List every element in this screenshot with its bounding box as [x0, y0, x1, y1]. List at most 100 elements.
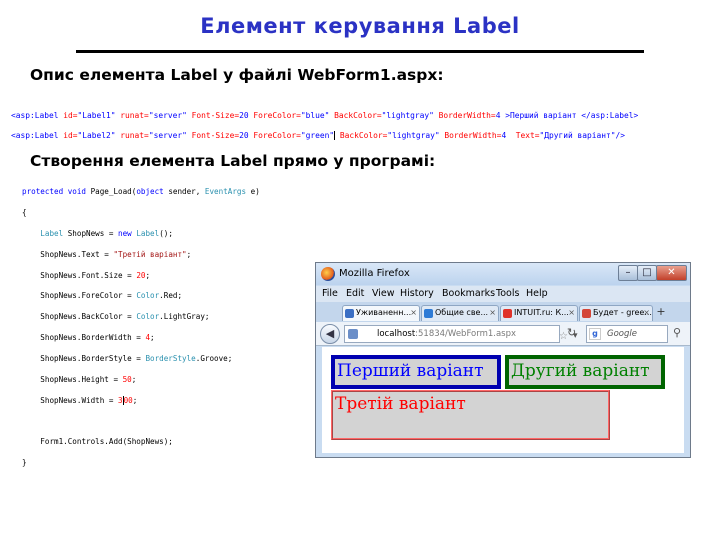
aspx-line-2: <asp:Label id="Label2" runat="server" Fo…	[11, 131, 716, 141]
navigation-bar: ◀ localhost:51834/WebForm1.aspx ☆ ▾ ↻ g …	[316, 322, 690, 346]
menu-view[interactable]: View	[372, 288, 395, 299]
attr-name: BackColor=	[329, 111, 382, 120]
code-line: ShopNews.BackColor = Color.LightGray;	[22, 312, 260, 322]
code-text: ;	[186, 249, 192, 259]
attr-name: BorderWidth=	[433, 111, 496, 120]
code-line: ShopNews.Height = 50;	[22, 375, 260, 385]
code-text: ;	[145, 270, 151, 280]
attr-value: 20	[239, 111, 249, 120]
attr-value: "lightgray"	[381, 111, 434, 120]
label-3: Третій варіант	[331, 390, 610, 440]
close-icon[interactable]: ×	[410, 306, 417, 320]
url-path: :51834/WebForm1.aspx	[415, 329, 517, 339]
title-bar[interactable]: Mozilla Firefox – □ ✕	[316, 263, 690, 285]
tab-label: INTUIT.ru: К...	[514, 308, 569, 317]
site-icon	[348, 329, 358, 339]
attr-value: "Label1"	[77, 111, 116, 120]
keyword: object	[136, 187, 164, 197]
attr-value: "lightgray"	[387, 131, 440, 140]
number-literal: 50	[122, 374, 132, 384]
attr-value: "Другий варіант"	[539, 131, 616, 140]
code-text: ();	[159, 229, 173, 239]
code-text: Page_Load(	[86, 187, 137, 197]
tag-close: />	[615, 131, 625, 140]
new-tab-button[interactable]: +	[654, 305, 668, 319]
code-line: Label ShopNews = new Label();	[22, 229, 260, 239]
search-placeholder: Google	[607, 329, 637, 339]
window-title: Mozilla Firefox	[339, 268, 410, 279]
close-icon[interactable]: ×	[489, 306, 496, 320]
menu-help[interactable]: Help	[526, 288, 548, 299]
minimize-button[interactable]: –	[618, 265, 638, 281]
code-line: protected void Page_Load(object sender, …	[22, 187, 260, 197]
attr-value: "blue"	[300, 111, 330, 120]
title-underline	[76, 50, 644, 53]
label-1: Перший варіант	[331, 355, 501, 389]
back-button[interactable]: ◀	[320, 324, 340, 344]
section-heading-aspx: Опис елемента Label у файлі WebForm1.asp…	[30, 66, 444, 84]
tab-item[interactable]: INTUIT.ru: К... ×	[500, 305, 578, 321]
attr-name: Text=	[506, 131, 540, 140]
code-line: ShopNews.BorderWidth = 4;	[22, 333, 260, 343]
code-text: ;	[150, 333, 155, 343]
code-text: .Red;	[159, 291, 183, 301]
csharp-code-block: protected void Page_Load(object sender, …	[22, 177, 260, 479]
page-icon	[503, 309, 512, 318]
code-text: ShopNews.Font.Size =	[40, 270, 137, 280]
code-text: e)	[246, 187, 260, 197]
code-line: ShopNews.Width = 300;	[22, 396, 260, 406]
label-2: Другий варіант	[505, 355, 665, 389]
code-text: ShopNews.BorderStyle =	[40, 353, 146, 363]
tab-bar: Уживаненн... × Общие све... × INTUIT.ru:…	[316, 302, 690, 322]
type-name: Color	[136, 312, 160, 322]
attr-name: id=	[58, 111, 78, 120]
maximize-button[interactable]: □	[637, 265, 657, 281]
code-text: ShopNews.ForeColor =	[40, 291, 137, 301]
firefox-icon	[321, 267, 335, 281]
attr-value: 20	[239, 131, 249, 140]
tab-item[interactable]: Будет - gree... ×	[579, 305, 653, 321]
search-input[interactable]: g Google	[586, 325, 668, 343]
menu-edit[interactable]: Edit	[346, 288, 364, 299]
attr-name: Font-Size=	[186, 131, 240, 140]
code-text: ShopNews.Height =	[40, 374, 123, 384]
code-line: ShopNews.Text = "Третій варіант";	[22, 250, 260, 260]
google-icon: g	[589, 328, 601, 340]
menu-bookmarks[interactable]: Bookmarks	[442, 288, 495, 299]
code-text: ShopNews.BackColor =	[40, 312, 137, 322]
attr-name: id=	[58, 131, 78, 140]
tab-item[interactable]: Уживаненн... ×	[342, 305, 420, 321]
attr-name: runat=	[115, 131, 149, 140]
code-text: .LightGray;	[159, 312, 210, 322]
attr-value: "server"	[148, 111, 187, 120]
menu-file[interactable]: File	[322, 288, 338, 299]
code-text: ShopNews.BorderWidth =	[40, 333, 146, 343]
close-button[interactable]: ✕	[656, 265, 687, 281]
tab-label: Уживаненн...	[356, 308, 412, 317]
section-heading-code: Створення елемента Label прямо у програм…	[30, 152, 436, 170]
tab-item[interactable]: Общие све... ×	[421, 305, 499, 321]
close-icon[interactable]: ×	[568, 306, 575, 320]
page-icon	[345, 309, 354, 318]
attr-name: BackColor=	[335, 131, 388, 140]
type-name: BorderStyle	[145, 353, 196, 363]
type-name: Label	[131, 229, 160, 239]
code-line: }	[22, 458, 260, 468]
code-text: Form1.Controls.Add(ShopNews);	[40, 437, 173, 447]
reload-icon[interactable]: ↻	[567, 326, 576, 339]
search-icon[interactable]: ⚲	[673, 326, 681, 339]
menu-tools[interactable]: Tools	[496, 288, 519, 299]
menu-history[interactable]: History	[400, 288, 434, 299]
attr-name: Font-Size=	[186, 111, 240, 120]
close-icon[interactable]: ×	[643, 306, 650, 320]
tag-content: >Перший варіант </asp:Label>	[500, 111, 639, 120]
attr-value: "server"	[148, 131, 187, 140]
code-line: Form1.Controls.Add(ShopNews);	[22, 437, 260, 447]
url-bar[interactable]: localhost:51834/WebForm1.aspx ☆ ▾	[344, 325, 578, 343]
page-icon	[424, 309, 433, 318]
attr-value: "green"	[300, 131, 335, 140]
keyword: protected void	[22, 187, 87, 197]
code-text: ;	[132, 395, 138, 405]
code-line: {	[22, 208, 260, 218]
